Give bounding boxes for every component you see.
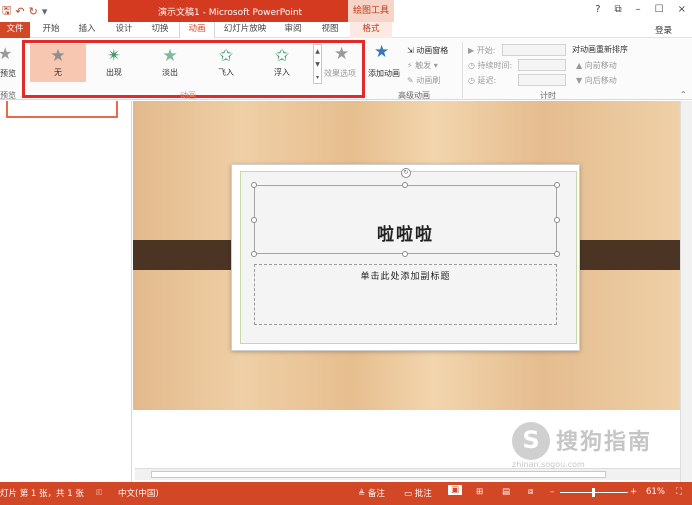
language-status[interactable]: 中文(中国) <box>118 487 159 499</box>
reorder-label: 对动画重新排序 <box>572 45 628 54</box>
add-animation-button[interactable]: 添加动画 <box>368 68 400 79</box>
slide-subtitle-text[interactable]: 单击此处添加副标题 <box>254 269 557 282</box>
duration-label: ◷ 持续时间: <box>468 61 513 70</box>
animation-group-label: 动画 <box>180 91 196 100</box>
watermark-url: zhinan.sogou.com <box>512 460 585 469</box>
preview-star-icon[interactable]: ★ <box>0 44 12 63</box>
spellcheck-icon[interactable]: 🗉 <box>96 487 102 501</box>
left-decor-band <box>133 240 243 270</box>
right-decor-band <box>568 240 680 270</box>
duration-input[interactable] <box>518 59 566 71</box>
tab-review[interactable]: 审阅 <box>276 22 310 38</box>
trigger-button[interactable]: ⚡ 触发 ▾ <box>407 60 438 71</box>
advanced-group-label: 高级动画 <box>398 91 430 100</box>
resize-handle[interactable] <box>402 251 408 257</box>
preview-group-label: 预览 <box>0 91 16 100</box>
undo-icon[interactable]: ↶ <box>15 5 24 18</box>
animation-painter-button[interactable]: ✎ 动画刷 <box>407 75 440 86</box>
comments-button[interactable]: ▭ 批注 <box>404 487 432 499</box>
delay-input[interactable] <box>518 74 566 86</box>
notes-button[interactable]: ≜ 备注 <box>358 487 385 499</box>
resize-handle[interactable] <box>554 251 560 257</box>
ribbon-tabs: 文件 开始 插入 设计 切换 动画 幻灯片放映 审阅 视图 格式 登录 <box>0 22 692 39</box>
normal-view-icon[interactable]: ▣ <box>448 485 463 495</box>
zoom-in-button[interactable]: + <box>630 487 637 497</box>
slide-title-text[interactable]: 啦啦啦 <box>254 220 557 245</box>
watermark-text: 搜狗指南 <box>556 430 653 455</box>
resize-handle[interactable] <box>251 182 257 188</box>
horizontal-scroll-thumb[interactable] <box>151 471 606 478</box>
collapse-ribbon-icon[interactable]: ⌃ <box>680 90 687 99</box>
tab-insert[interactable]: 插入 <box>70 22 104 38</box>
tab-slideshow[interactable]: 幻灯片放映 <box>219 22 271 38</box>
zoom-out-button[interactable]: – <box>550 487 554 497</box>
start-label: ▶ 开始: <box>468 46 496 55</box>
maximize-button[interactable]: ☐ <box>655 4 664 15</box>
move-earlier-button[interactable]: ▲ 向前移动 <box>576 60 617 71</box>
tab-format[interactable]: 格式 <box>350 22 392 38</box>
slideshow-view-icon[interactable]: ⧈ <box>528 487 533 497</box>
tab-home[interactable]: 开始 <box>34 22 68 38</box>
zoom-level[interactable]: 61% <box>646 487 665 497</box>
zoom-slider-thumb[interactable] <box>592 488 595 497</box>
slide-thumbnail[interactable] <box>6 101 118 118</box>
resize-handle[interactable] <box>402 182 408 188</box>
window-controls: ? ⧉ – ☐ × <box>595 4 686 15</box>
title-bar: 🖫 ↶ ↻ ▾ 演示文稿1 - Microsoft PowerPoint 绘图工… <box>0 0 692 22</box>
ribbon-display-button[interactable]: ⧉ <box>615 4 622 15</box>
horizontal-scrollbar[interactable] <box>135 468 680 480</box>
slide-count: 灯片 第 1 张，共 1 张 <box>0 489 84 499</box>
animation-pane-button[interactable]: ⇲ 动画窗格 <box>407 45 448 56</box>
ribbon-separator <box>462 42 463 98</box>
help-button[interactable]: ? <box>595 4 600 15</box>
rotate-handle[interactable]: ↻ <box>401 168 411 178</box>
tab-animations[interactable]: 动画 <box>179 22 215 39</box>
watermark-logo: S <box>512 422 550 460</box>
fit-slide-icon[interactable]: ⛶ <box>676 487 682 497</box>
window-title: 演示文稿1 - Microsoft PowerPoint <box>158 8 303 18</box>
customize-icon[interactable]: ▾ <box>42 5 48 18</box>
redo-icon[interactable]: ↻ <box>29 5 38 18</box>
slide-sorter-icon[interactable]: ⊞ <box>476 487 483 497</box>
resize-handle[interactable] <box>251 251 257 257</box>
tab-view[interactable]: 视图 <box>313 22 347 38</box>
context-tool-label: 绘图工具 <box>348 0 394 22</box>
timing-group-label: 计时 <box>540 91 556 100</box>
preview-button[interactable]: 预览 <box>0 68 16 79</box>
resize-handle[interactable] <box>554 182 560 188</box>
status-bar: 灯片 第 1 张，共 1 张 🗉 中文(中国) ≜ 备注 ▭ 批注 ▣ ⊞ ▤ … <box>0 482 692 505</box>
tab-file[interactable]: 文件 <box>0 22 30 38</box>
start-dropdown[interactable] <box>502 44 566 56</box>
minimize-button[interactable]: – <box>636 4 641 15</box>
delay-label: ◷ 延迟: <box>468 76 497 85</box>
close-button[interactable]: × <box>678 4 686 15</box>
quick-access-toolbar: 🖫 ↶ ↻ ▾ <box>0 0 47 22</box>
add-animation-icon: ★ <box>374 42 390 62</box>
slide-thumbnails-pane <box>0 101 132 482</box>
login-link[interactable]: 登录 <box>655 24 672 36</box>
tab-design[interactable]: 设计 <box>107 22 141 38</box>
save-icon[interactable]: 🖫 <box>2 2 11 21</box>
watermark: S 搜狗指南 zhinan.sogou.com <box>512 420 682 469</box>
move-later-button[interactable]: ▼ 向后移动 <box>576 75 617 86</box>
tab-transitions[interactable]: 切换 <box>143 22 177 38</box>
reading-view-icon[interactable]: ▤ <box>502 487 510 497</box>
